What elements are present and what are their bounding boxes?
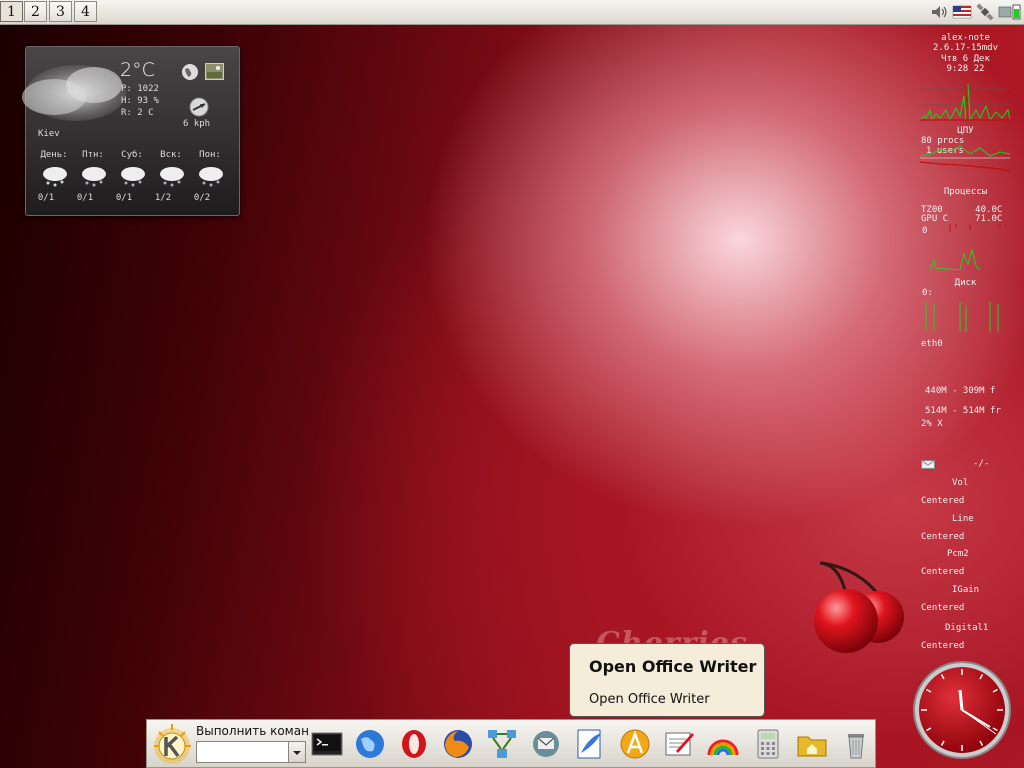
radar-map-icon[interactable]	[205, 63, 224, 80]
network-icon[interactable]	[485, 727, 519, 761]
trash-icon[interactable]	[839, 727, 873, 761]
mixer-mode[interactable]: Centered	[921, 603, 964, 613]
top-bar: 1 2 3 4	[0, 0, 1024, 25]
realfeel-value: R: 2 C	[121, 108, 154, 118]
wind-icon	[189, 97, 209, 117]
kernel-version: 2.6.17-15mdv	[932, 43, 999, 53]
mail-count: -/-	[973, 459, 990, 469]
mixer-mode[interactable]: Centered	[921, 532, 964, 542]
mixer-mode[interactable]: Centered	[921, 567, 964, 577]
weather-widget: 2°C P: 1022 H: 93 % R: 2 C 6 kph Kiev Де…	[22, 46, 240, 216]
snow-cloud-icon	[160, 167, 184, 187]
mixer-channel: Digital1	[945, 623, 989, 633]
forecast-temps: 0/1	[37, 193, 55, 203]
system-tray	[929, 2, 1022, 22]
forecast-temps: 0/2	[193, 193, 211, 203]
network-battery-icon[interactable]	[998, 3, 1022, 21]
mixer-channel: Line	[952, 514, 974, 524]
opera-icon[interactable]	[397, 727, 431, 761]
notepad-icon[interactable]	[662, 727, 696, 761]
forecast-day: Вск:	[160, 150, 182, 160]
humidity-value: H: 93 %	[121, 96, 159, 106]
process-graph	[920, 145, 1010, 172]
swap-usage: 514M - 514M fr	[925, 406, 1001, 416]
current-time: 9:28 22	[946, 64, 985, 74]
mail-client-icon[interactable]	[529, 727, 563, 761]
snow-cloud-icon	[82, 167, 106, 187]
desktop-2-button[interactable]: 2	[24, 1, 47, 22]
bottom-panel: Выполнить коман	[146, 719, 876, 768]
cpu-graph	[920, 83, 1010, 122]
forecast-temps: 1/2	[154, 193, 172, 203]
disk-graph	[925, 302, 999, 332]
satellite-icon[interactable]	[975, 3, 995, 21]
snow-cloud-icon	[199, 167, 223, 187]
tooltip-body: Open Office Writer	[589, 692, 710, 707]
forecast-day: Пон:	[199, 150, 221, 160]
home-folder-icon[interactable]	[795, 727, 829, 761]
memory-usage: 440M - 309M f	[925, 386, 996, 396]
writer-icon[interactable]	[573, 727, 607, 761]
globe-icon[interactable]	[181, 63, 199, 81]
desktop-1-button[interactable]: 1	[0, 1, 23, 22]
cloud-icon	[22, 65, 126, 121]
desktop-4-label: 4	[81, 3, 90, 20]
forecast-temps: 0/1	[76, 193, 94, 203]
firefox-icon[interactable]	[441, 727, 475, 761]
cherries-image	[814, 561, 904, 653]
processes-label: Процессы	[943, 187, 988, 197]
x-usage: 2% X	[921, 419, 943, 429]
current-temperature: 2°C	[120, 59, 155, 81]
forecast-day: Птн:	[82, 150, 104, 160]
run-command-label: Выполнить коман	[196, 724, 309, 738]
city-name: Kiev	[38, 129, 60, 139]
rainbow-icon[interactable]	[706, 727, 740, 761]
chevron-down-icon	[293, 751, 301, 755]
tooltip-title: Open Office Writer	[589, 657, 757, 676]
us-flag-icon[interactable]	[952, 3, 972, 21]
desktop-3-button[interactable]: 3	[49, 1, 72, 22]
forecast-day: День:	[40, 150, 68, 160]
snow-cloud-icon	[121, 167, 145, 187]
font-icon[interactable]	[618, 727, 652, 761]
analog-clock	[913, 661, 1011, 759]
sensor-graph	[929, 224, 1007, 270]
pressure-value: P: 1022	[121, 84, 159, 94]
desktop-2-label: 2	[31, 3, 40, 20]
launcher-tooltip: Open Office Writer Open Office Writer	[569, 643, 765, 717]
wind-speed: 6 kph	[183, 119, 211, 129]
konqueror-icon[interactable]	[353, 727, 387, 761]
network-interface: eth0	[921, 339, 943, 349]
speaker-icon[interactable]	[929, 3, 949, 21]
mixer-channel: Vol	[952, 478, 969, 488]
disk-io: 0:	[922, 288, 933, 298]
run-command-dropdown[interactable]	[288, 742, 305, 762]
kde-menu-button[interactable]	[149, 722, 195, 766]
mixer-channel: IGain	[952, 585, 980, 595]
mixer-channel: Pcm2	[947, 549, 969, 559]
mixer-mode[interactable]: Centered	[921, 641, 964, 651]
current-date: Чтв 6 Дек	[941, 54, 990, 64]
snow-cloud-icon	[43, 167, 67, 187]
cpu-label: ЦПУ	[957, 126, 974, 136]
desktop-1-label: 1	[7, 3, 16, 20]
forecast-day: Суб:	[121, 150, 143, 160]
mixer-mode[interactable]: Centered	[921, 496, 964, 506]
mail-icon[interactable]	[921, 460, 935, 470]
hostname: alex-note	[941, 33, 990, 43]
terminal-icon[interactable]	[310, 727, 344, 761]
desktop-3-label: 3	[56, 3, 65, 20]
calculator-icon[interactable]	[751, 727, 785, 761]
desktop-4-button[interactable]: 4	[74, 1, 97, 22]
forecast-temps: 0/1	[115, 193, 133, 203]
disk-label: Диск	[954, 278, 977, 288]
